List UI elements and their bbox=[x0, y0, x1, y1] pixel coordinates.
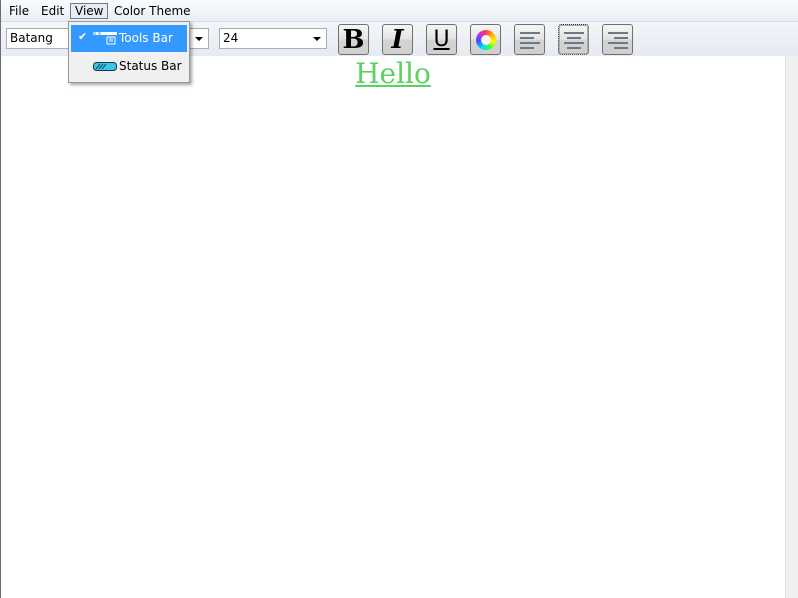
view-menu-dropdown: ✔ Tools Bar Status Bar bbox=[68, 21, 190, 83]
menu-edit[interactable]: Edit bbox=[37, 3, 68, 19]
text-color-button[interactable] bbox=[470, 24, 501, 55]
check-icon: ✔ bbox=[78, 30, 88, 43]
font-size-value: 24 bbox=[223, 31, 239, 45]
status-bar-icon bbox=[93, 62, 117, 71]
font-family-value: Batang bbox=[10, 31, 53, 45]
chevron-down-icon bbox=[313, 37, 321, 41]
align-left-icon bbox=[519, 30, 540, 50]
vertical-scrollbar[interactable] bbox=[785, 56, 798, 598]
font-size-combo[interactable]: 24 bbox=[219, 28, 327, 49]
menu-item-label: Status Bar bbox=[119, 59, 182, 73]
bold-icon: B bbox=[342, 24, 365, 55]
align-right-icon bbox=[607, 30, 628, 50]
menu-color-theme[interactable]: Color Theme bbox=[110, 3, 195, 19]
menu-item-label: Tools Bar bbox=[119, 31, 173, 45]
italic-icon: I bbox=[391, 24, 404, 55]
align-right-button[interactable] bbox=[602, 24, 633, 55]
menu-view[interactable]: View bbox=[70, 3, 109, 19]
chevron-down-icon bbox=[195, 37, 203, 41]
align-center-button[interactable] bbox=[558, 24, 589, 55]
font-family-combo[interactable]: Batang bbox=[6, 28, 76, 49]
align-left-button[interactable] bbox=[514, 24, 545, 55]
menu-file[interactable]: File bbox=[5, 3, 33, 19]
app-window: File Edit View Color Theme Batang 24 B I… bbox=[0, 0, 798, 598]
color-wheel-icon bbox=[475, 29, 496, 50]
menu-item-status-bar[interactable]: Status Bar bbox=[71, 53, 187, 80]
underline-button[interactable]: U bbox=[426, 24, 457, 55]
toolbar-icon bbox=[93, 32, 117, 45]
italic-button[interactable]: I bbox=[382, 24, 413, 55]
menu-bar: File Edit View Color Theme bbox=[1, 0, 798, 22]
bold-button[interactable]: B bbox=[338, 24, 369, 55]
underline-icon: U bbox=[433, 26, 450, 52]
align-center-icon bbox=[563, 30, 584, 50]
menu-item-tools-bar[interactable]: ✔ Tools Bar bbox=[71, 25, 187, 52]
